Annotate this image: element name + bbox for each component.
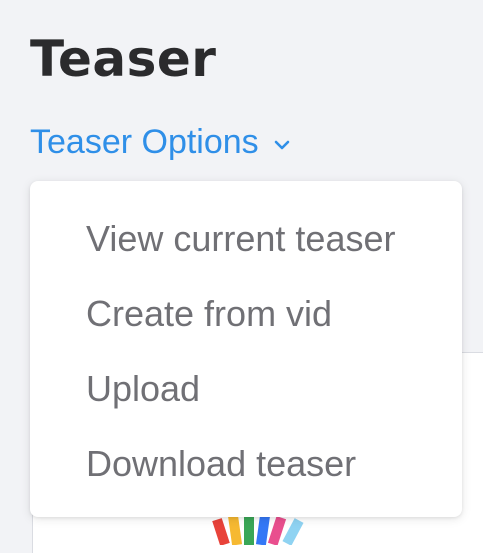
teaser-options-menu: View current teaser Create from vid Uplo… bbox=[30, 181, 462, 517]
teaser-options-dropdown-toggle[interactable]: Teaser Options bbox=[30, 120, 293, 164]
teaser-options-label: Teaser Options bbox=[30, 123, 259, 161]
menu-item-view-current-teaser[interactable]: View current teaser bbox=[30, 201, 462, 276]
menu-item-upload[interactable]: Upload bbox=[30, 351, 462, 426]
page-title: Teaser bbox=[30, 30, 217, 88]
menu-item-create-from-vid[interactable]: Create from vid bbox=[30, 276, 462, 351]
chevron-down-icon bbox=[271, 134, 293, 156]
menu-item-download-teaser[interactable]: Download teaser bbox=[30, 426, 462, 501]
